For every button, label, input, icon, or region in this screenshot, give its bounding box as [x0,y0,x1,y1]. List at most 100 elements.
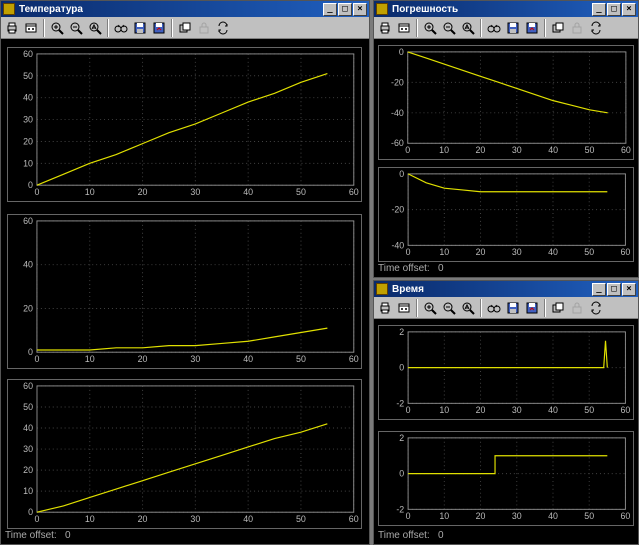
svg-text:2: 2 [399,433,404,443]
svg-text:0: 0 [399,47,404,57]
close-button[interactable]: × [353,3,367,16]
float-icon[interactable] [176,19,194,37]
print-icon[interactable] [3,19,21,37]
svg-text:0: 0 [34,187,39,197]
plot-1[interactable]: 0102030405060-202 [378,325,634,420]
sync-icon[interactable] [214,19,232,37]
svg-text:60: 60 [23,49,33,59]
lock-icon [568,19,586,37]
svg-text:-20: -20 [391,205,404,215]
titlebar[interactable]: Время _ □ × [374,281,638,297]
titlebar[interactable]: Погрешность _ □ × [374,1,638,17]
svg-text:60: 60 [349,354,359,364]
svg-text:10: 10 [439,511,449,521]
plot-3[interactable]: 01020304050600102030405060 [7,379,362,529]
svg-text:2: 2 [399,327,404,337]
svg-text:40: 40 [548,247,558,257]
svg-text:20: 20 [476,145,486,155]
svg-text:10: 10 [23,486,33,496]
float-icon[interactable] [549,19,567,37]
toolbar [374,17,638,39]
maximize-button[interactable]: □ [607,3,621,16]
toolbar [374,297,638,319]
restore-icon[interactable] [150,19,168,37]
svg-text:0: 0 [406,511,411,521]
svg-text:20: 20 [476,405,486,415]
svg-text:40: 40 [243,514,253,524]
float-icon[interactable] [549,299,567,317]
svg-text:-2: -2 [396,398,404,408]
app-icon [3,3,15,15]
svg-text:10: 10 [85,514,95,524]
svg-text:50: 50 [23,402,33,412]
svg-text:50: 50 [584,247,594,257]
binoculars-icon[interactable] [485,299,503,317]
sync-icon[interactable] [587,299,605,317]
svg-text:30: 30 [512,247,522,257]
time-offset-label: Time offset: [5,530,57,541]
plot-2[interactable]: 0102030405060-202 [378,431,634,526]
maximize-button[interactable]: □ [607,283,621,296]
svg-text:30: 30 [23,115,33,125]
zoom-in-icon[interactable] [421,299,439,317]
minimize-button[interactable]: _ [592,283,606,296]
sync-icon[interactable] [587,19,605,37]
save-icon[interactable] [504,19,522,37]
svg-text:20: 20 [138,187,148,197]
zoom-auto-icon[interactable] [86,19,104,37]
svg-text:60: 60 [349,187,359,197]
binoculars-icon[interactable] [112,19,130,37]
minimize-button[interactable]: _ [323,3,337,16]
svg-text:50: 50 [584,405,594,415]
maximize-button[interactable]: □ [338,3,352,16]
time-offset-value: 0 [438,530,444,541]
scope-window-temperature: Температура _ □ × 0102030405060010203040… [0,0,370,545]
time-offset-label: Time offset: [378,530,430,541]
svg-text:10: 10 [23,158,33,168]
svg-text:0: 0 [406,405,411,415]
print-icon[interactable] [376,19,394,37]
plot-1[interactable]: 01020304050600102030405060 [7,47,362,202]
close-button[interactable]: × [622,3,636,16]
svg-text:60: 60 [621,145,631,155]
save-icon[interactable] [131,19,149,37]
plot-2[interactable]: 0102030405060-40-200 [378,167,634,262]
binoculars-icon[interactable] [485,19,503,37]
scope-window-time: Время _ □ × 0102030405060-202 0102030405… [373,280,639,545]
params-icon[interactable] [22,19,40,37]
plot-2[interactable]: 01020304050600204060 [7,214,362,369]
svg-text:50: 50 [296,514,306,524]
svg-text:60: 60 [621,247,631,257]
zoom-out-icon[interactable] [440,19,458,37]
restore-icon[interactable] [523,299,541,317]
svg-text:50: 50 [296,354,306,364]
params-icon[interactable] [395,19,413,37]
zoom-auto-icon[interactable] [459,19,477,37]
app-icon [376,283,388,295]
minimize-button[interactable]: _ [592,3,606,16]
zoom-out-icon[interactable] [67,19,85,37]
plot-1[interactable]: 0102030405060-60-40-200 [378,45,634,160]
svg-text:20: 20 [138,354,148,364]
svg-text:20: 20 [23,465,33,475]
svg-text:40: 40 [243,354,253,364]
titlebar[interactable]: Температура _ □ × [1,1,369,17]
svg-text:40: 40 [548,145,558,155]
scope-window-error: Погрешность _ □ × 0102030405060-60-40-20… [373,0,639,278]
zoom-auto-icon[interactable] [459,299,477,317]
params-icon[interactable] [395,299,413,317]
svg-text:50: 50 [23,71,33,81]
svg-text:-40: -40 [391,108,404,118]
app-icon [376,3,388,15]
zoom-in-icon[interactable] [48,19,66,37]
print-icon[interactable] [376,299,394,317]
zoom-out-icon[interactable] [440,299,458,317]
zoom-in-icon[interactable] [421,19,439,37]
svg-text:40: 40 [548,511,558,521]
svg-text:20: 20 [23,303,33,313]
save-icon[interactable] [504,299,522,317]
svg-text:-40: -40 [391,240,404,250]
svg-text:50: 50 [585,145,595,155]
restore-icon[interactable] [523,19,541,37]
close-button[interactable]: × [622,283,636,296]
